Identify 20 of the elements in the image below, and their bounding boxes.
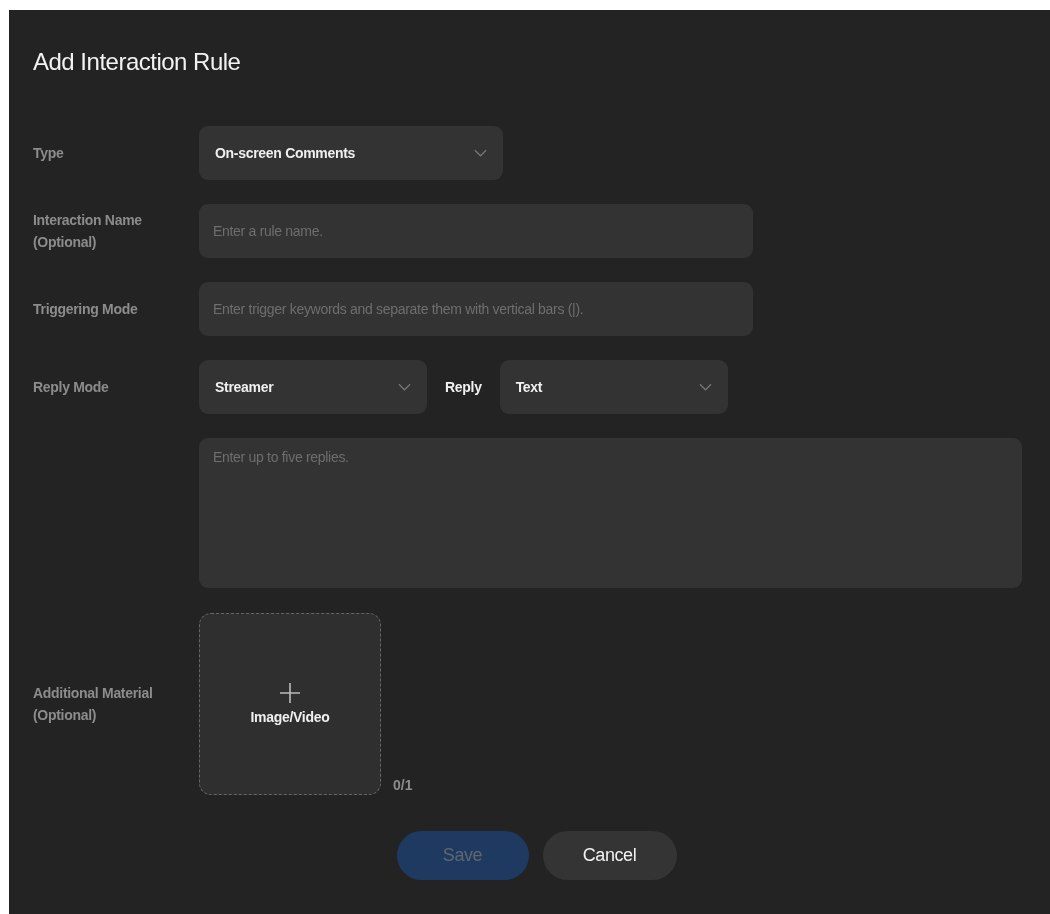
type-dropdown[interactable]: On-screen Comments <box>199 126 503 180</box>
input-field[interactable]: Enter a rule name. <box>199 204 753 258</box>
upload-button[interactable]: Image/Video <box>199 613 381 795</box>
upload-count: 0/1 <box>393 777 413 793</box>
reply-mode-dropdown[interactable]: Streamer <box>199 360 427 414</box>
cancel-button[interactable]: Cancel <box>542 831 677 880</box>
chevron-down-icon <box>698 383 712 391</box>
chevron-down-icon <box>474 149 487 157</box>
dialog-title: Add Interaction Rule <box>33 47 242 77</box>
field-label: Additional Material (Optional) <box>33 684 154 725</box>
reply-label: Reply <box>445 379 482 395</box>
plus-icon <box>280 683 300 703</box>
field-label: Reply Mode <box>33 378 109 397</box>
field-label: Triggering Mode <box>33 300 138 319</box>
reply-text-area[interactable]: Enter up to five replies. <box>199 438 1022 588</box>
reply-type-dropdown[interactable]: Text <box>499 360 728 414</box>
chevron-down-icon <box>398 383 411 391</box>
field-label: Interaction Name (Optional) <box>33 211 143 252</box>
field-label: Type <box>33 144 64 163</box>
input-field[interactable]: Enter trigger keywords and separate them with vertical bars (|). <box>199 282 753 336</box>
